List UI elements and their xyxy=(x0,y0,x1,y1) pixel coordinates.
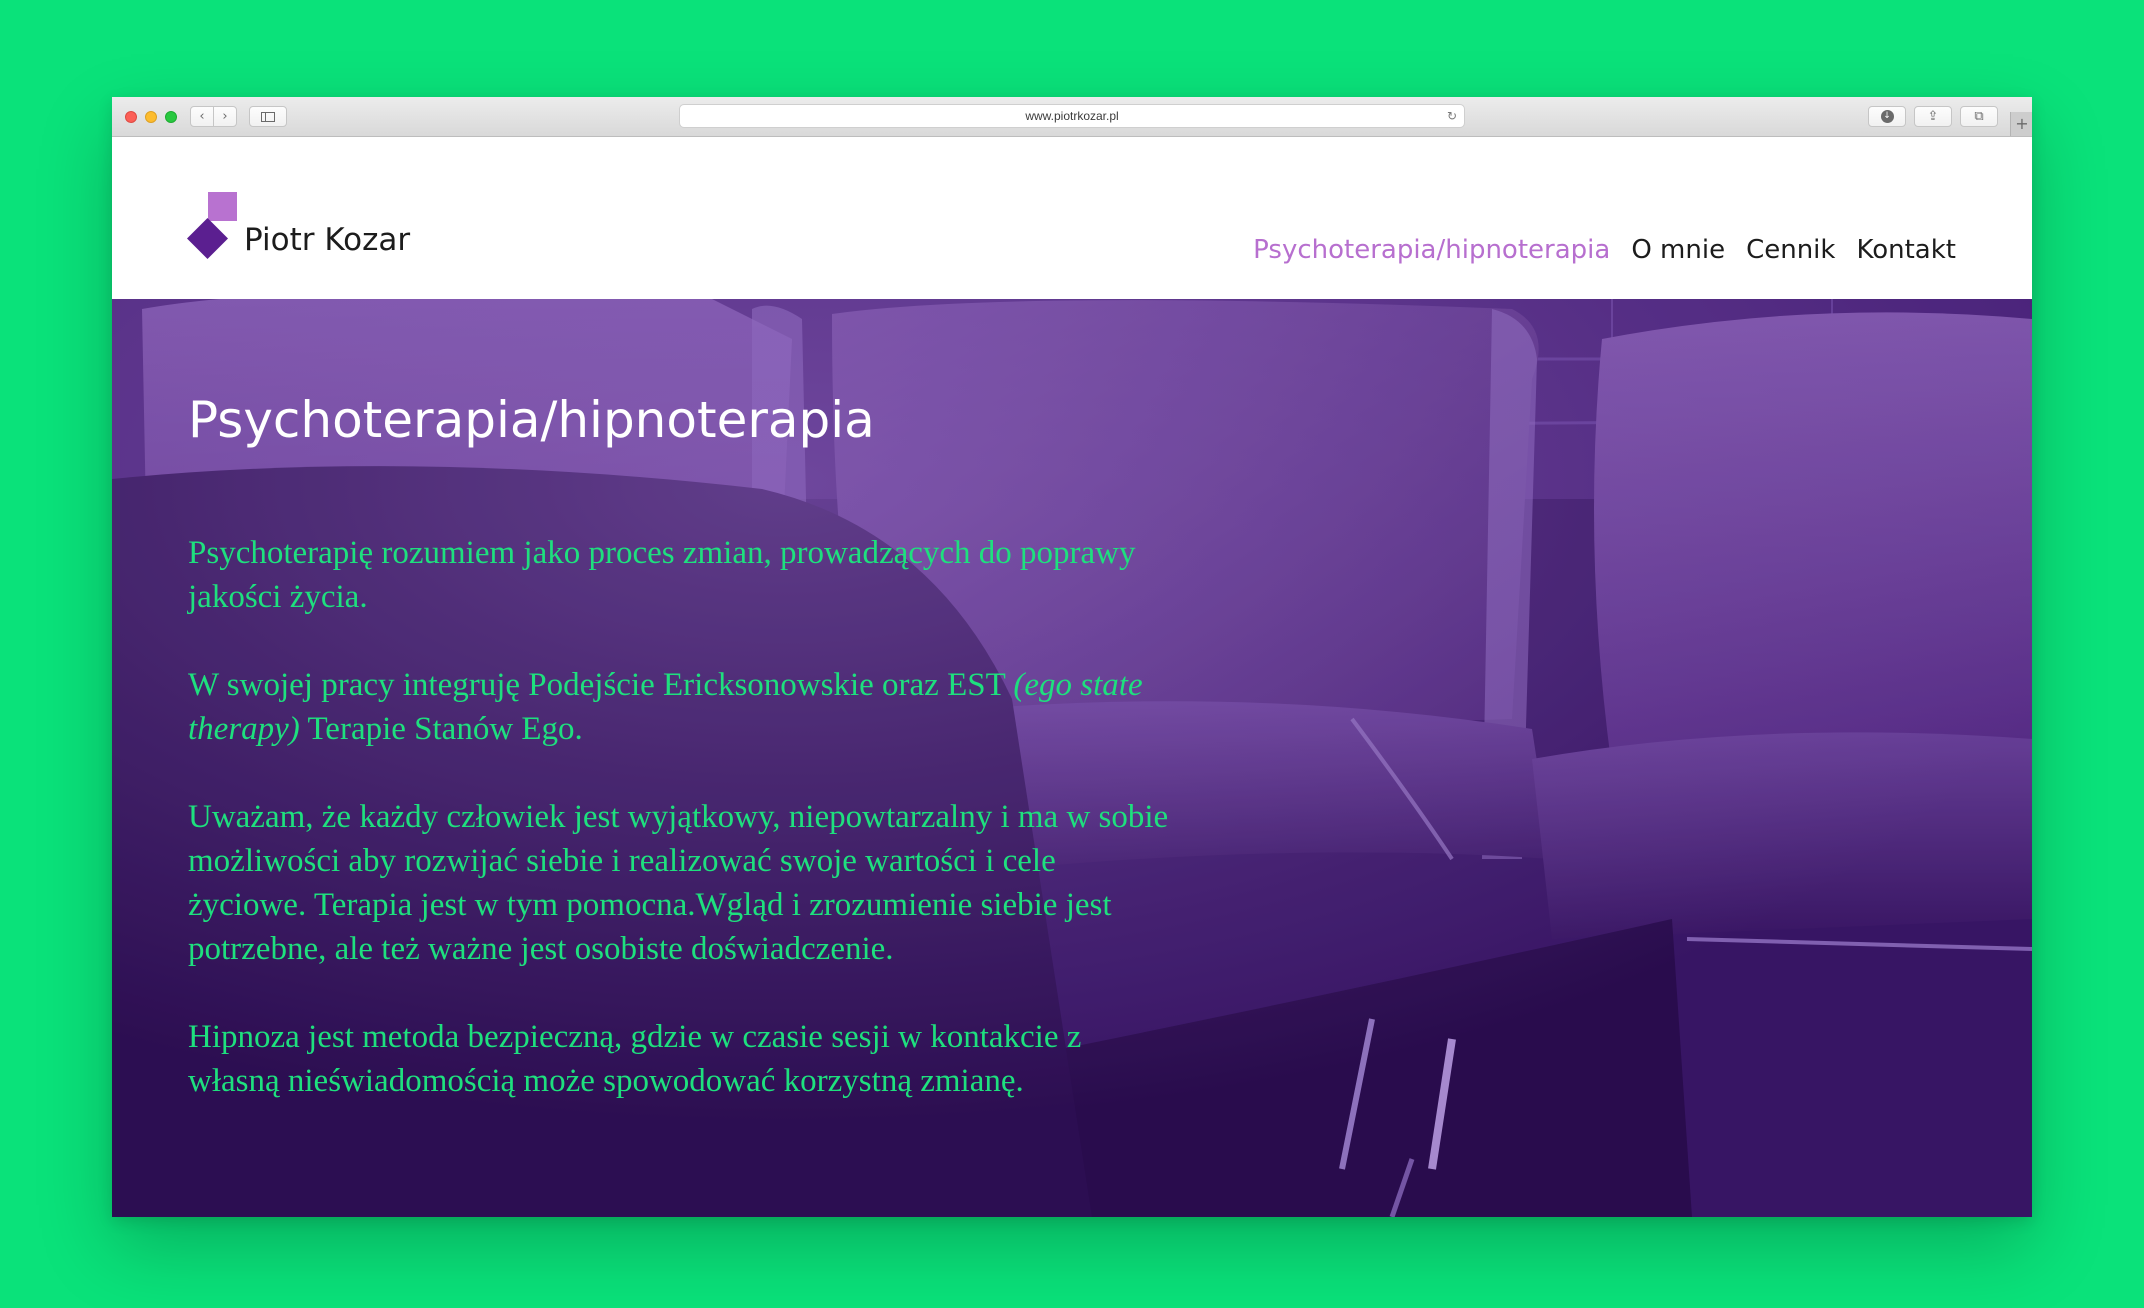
back-button[interactable]: ‹ xyxy=(190,106,214,127)
paragraph-2: W swojej pracy integruję Podejście Erick… xyxy=(188,663,1178,751)
reload-icon[interactable]: ↻ xyxy=(1447,109,1457,123)
nav-item-psychoterapia[interactable]: Psychoterapia/hipnoterapia xyxy=(1253,235,1610,265)
zoom-window-button[interactable] xyxy=(165,111,177,123)
download-icon: ↓ xyxy=(1880,110,1894,123)
nav-item-o-mnie[interactable]: O mnie xyxy=(1631,235,1725,265)
downloads-button[interactable]: ↓ xyxy=(1868,106,1906,127)
plus-icon: + xyxy=(2015,114,2029,133)
share-icon: ⇪ xyxy=(1927,109,1939,124)
tabs-icon: ⧉ xyxy=(1974,109,1984,124)
browser-window: ‹ › www.piotrkozar.pl ↻ ↓ ⇪ ⧉ + Piotr Ko… xyxy=(112,97,2032,1217)
sidebar-icon xyxy=(261,111,275,122)
paragraph-3: Uważam, że każdy człowiek jest wyjątkowy… xyxy=(188,799,1169,967)
site-logo[interactable]: Piotr Kozar xyxy=(186,192,448,272)
share-button[interactable]: ⇪ xyxy=(1914,106,1952,127)
sidebar-toggle-button[interactable] xyxy=(249,106,287,127)
close-window-button[interactable] xyxy=(125,111,137,123)
logo-square-icon xyxy=(208,192,237,221)
main-nav: Psychoterapia/hipnoterapia O mnie Cennik… xyxy=(1253,235,1956,265)
logo-diamond-icon xyxy=(186,217,229,260)
chevron-left-icon: ‹ xyxy=(199,109,205,124)
minimize-window-button[interactable] xyxy=(145,111,157,123)
address-bar[interactable]: www.piotrkozar.pl ↻ xyxy=(679,104,1465,128)
paragraph-1: Psychoterapię rozumiem jako proces zmian… xyxy=(188,535,1136,615)
paragraph-2-part-b: Terapie Stanów Ego. xyxy=(299,711,583,747)
url-text: www.piotrkozar.pl xyxy=(1025,109,1119,123)
logo-text: Piotr Kozar xyxy=(244,222,411,258)
paragraph-2-part-a: W swojej pracy integruję Podejście Erick… xyxy=(188,667,1014,703)
nav-item-kontakt[interactable]: Kontakt xyxy=(1856,235,1956,265)
browser-toolbar: ‹ › www.piotrkozar.pl ↻ ↓ ⇪ ⧉ + xyxy=(112,97,2032,137)
paragraph-4: Hipnoza jest metoda bezpieczną, gdzie w … xyxy=(188,1019,1082,1099)
nav-item-cennik[interactable]: Cennik xyxy=(1746,235,1835,265)
new-tab-button[interactable]: + xyxy=(2010,112,2032,136)
forward-button[interactable]: › xyxy=(213,106,237,127)
hero-section: Psychoterapia/hipnoterapia Psychoterapię… xyxy=(112,299,2032,1217)
site-header: Piotr Kozar Psychoterapia/hipnoterapia O… xyxy=(112,137,2032,299)
page-title: Psychoterapia/hipnoterapia xyxy=(188,391,875,449)
tab-overview-button[interactable]: ⧉ xyxy=(1960,106,1998,127)
chevron-right-icon: › xyxy=(222,109,228,124)
hero-text: Psychoterapię rozumiem jako proces zmian… xyxy=(188,531,1178,1147)
